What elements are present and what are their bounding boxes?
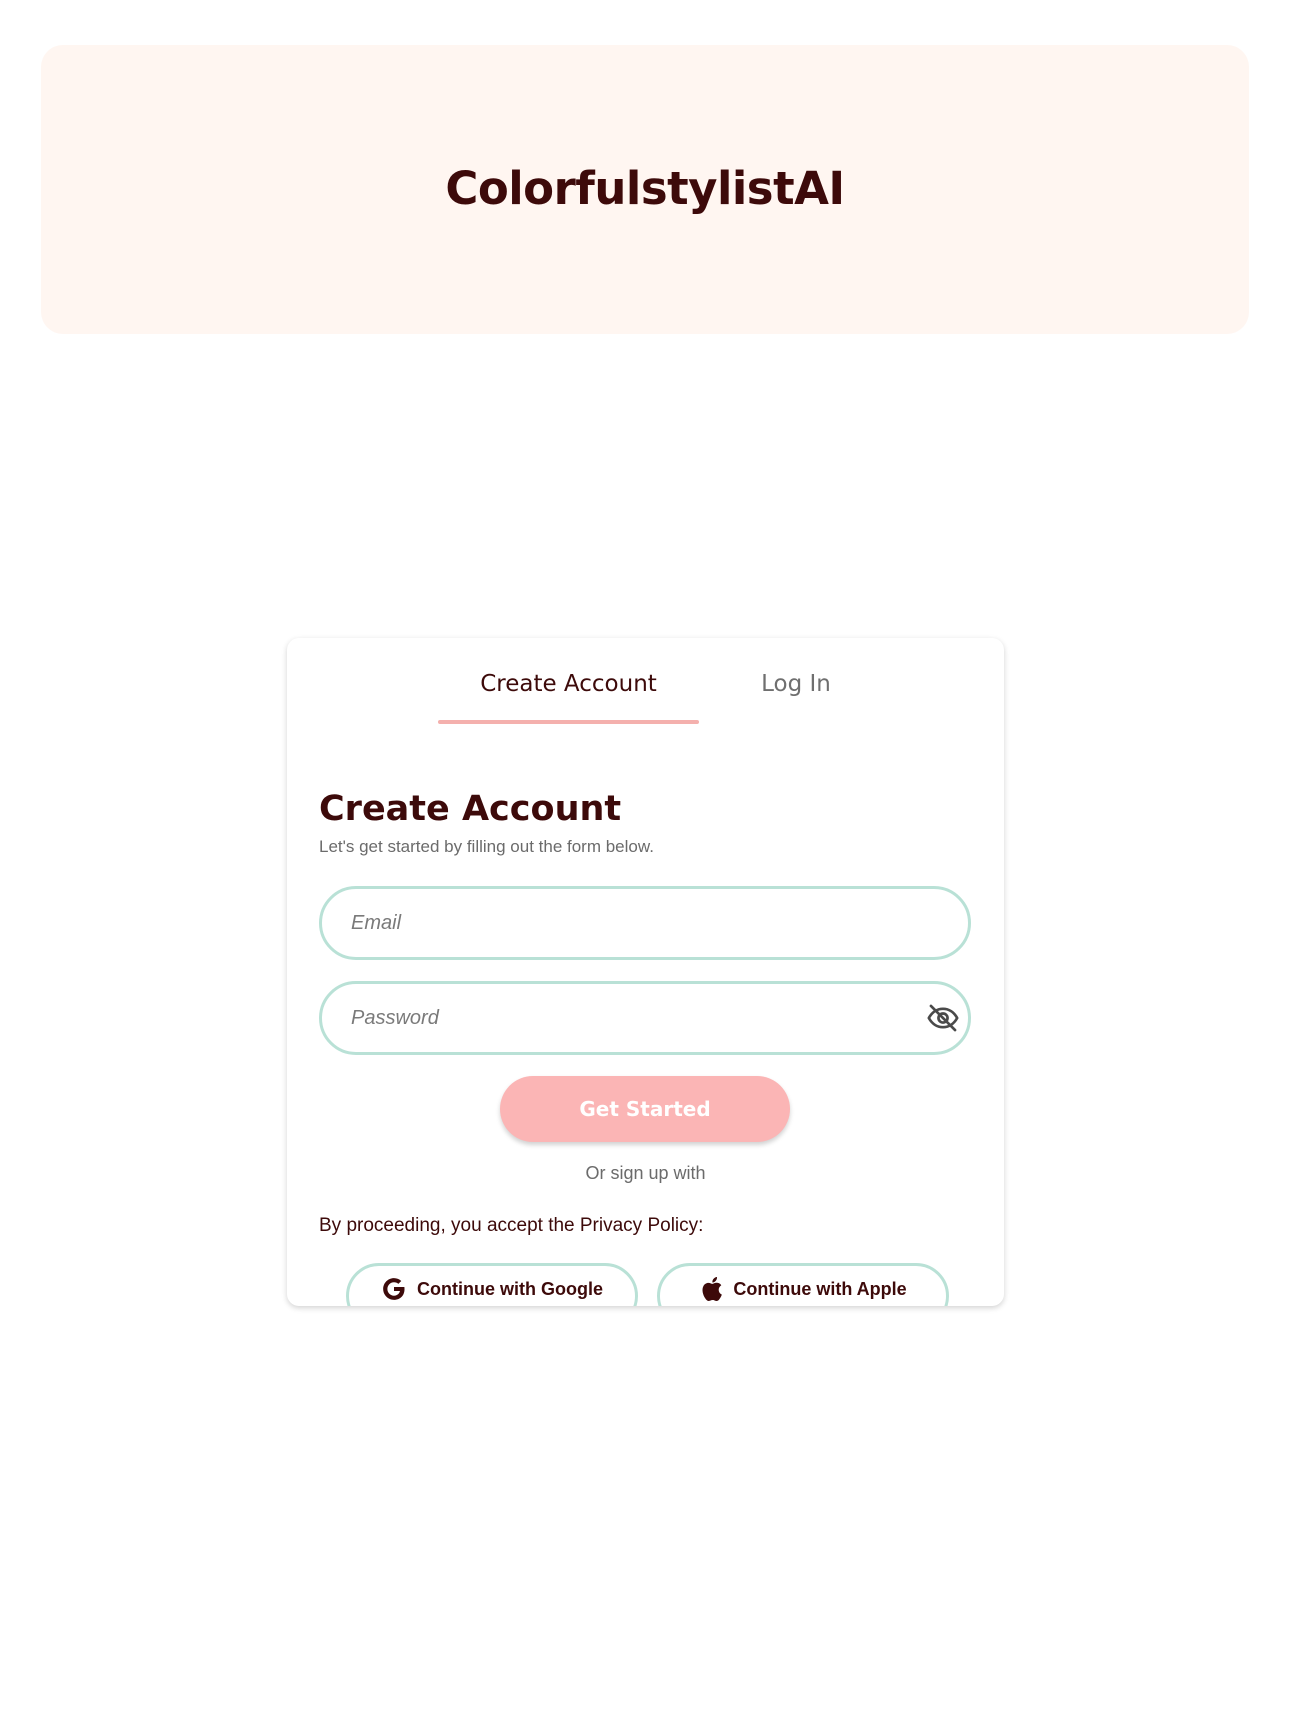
google-button-label: Continue with Google <box>417 1278 603 1299</box>
password-input[interactable] <box>349 984 909 1052</box>
apple-button-content: Continue with Apple <box>660 1275 946 1303</box>
get-started-button[interactable]: Get Started <box>500 1076 790 1142</box>
apple-button-label: Continue with Apple <box>733 1278 907 1299</box>
tab-create-account-label: Create Account <box>480 671 657 697</box>
or-sign-up-text: Or sign up with <box>585 1163 706 1183</box>
eye-off-icon[interactable] <box>926 1001 960 1035</box>
auth-card: Create Account Log In Create Account Let… <box>287 638 1004 1306</box>
form-heading: Create Account <box>319 789 622 829</box>
continue-with-google-button[interactable]: Continue with Google <box>346 1263 638 1306</box>
tab-log-in[interactable]: Log In <box>721 664 871 724</box>
password-field <box>319 981 971 1055</box>
tab-log-in-label: Log In <box>761 671 831 697</box>
privacy-policy-text: By proceeding, you accept the Privacy Po… <box>319 1215 704 1236</box>
header-banner: ColorfulstylistAI <box>41 45 1249 334</box>
tab-create-account[interactable]: Create Account <box>438 664 699 724</box>
apple-icon <box>699 1276 723 1302</box>
google-button-content: Continue with Google <box>349 1275 635 1303</box>
form-subtitle: Let's get started by filling out the for… <box>319 837 654 856</box>
email-input[interactable] <box>349 889 909 957</box>
active-tab-indicator <box>438 720 699 724</box>
google-icon <box>381 1276 407 1302</box>
continue-with-apple-button[interactable]: Continue with Apple <box>657 1263 949 1306</box>
email-field <box>319 886 971 960</box>
app-title: ColorfulstylistAI <box>445 162 845 215</box>
